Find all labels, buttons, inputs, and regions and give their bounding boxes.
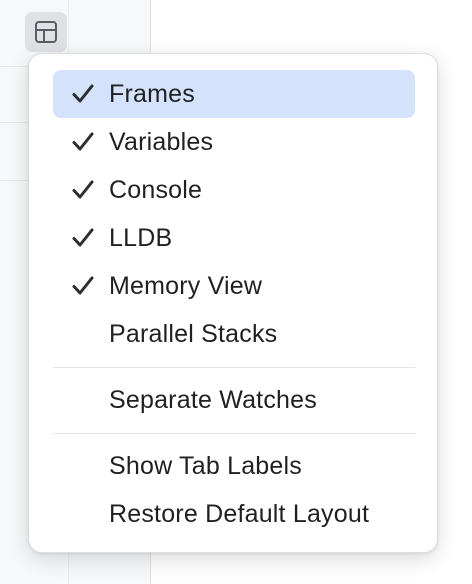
menu-item-label: Frames — [109, 80, 195, 108]
menu-item-label: Separate Watches — [109, 386, 317, 414]
menu-item-label: LLDB — [109, 224, 173, 252]
checkmark-icon — [72, 180, 94, 199]
menu-item-frames[interactable]: Frames — [53, 70, 415, 118]
menu-separator — [53, 433, 415, 434]
checkmark-icon — [72, 84, 94, 103]
menu-item-label: Show Tab Labels — [109, 452, 302, 480]
menu-item-label: Parallel Stacks — [109, 320, 278, 348]
layout-settings-button[interactable] — [25, 12, 67, 52]
menu-item-show-tab-labels[interactable]: Show Tab Labels — [53, 442, 415, 490]
menu-item-parallel-stacks[interactable]: Parallel Stacks — [53, 310, 415, 358]
menu-item-label: Memory View — [109, 272, 263, 300]
menu-item-memory-view[interactable]: Memory View — [53, 262, 415, 310]
menu-item-label: Restore Default Layout — [109, 500, 370, 528]
menu-item-label: Variables — [109, 128, 214, 156]
menu-item-console[interactable]: Console — [53, 166, 415, 214]
menu-item-lldb[interactable]: LLDB — [53, 214, 415, 262]
menu-item-restore-default-layout[interactable]: Restore Default Layout — [53, 490, 415, 538]
checkmark-icon — [72, 276, 94, 295]
checkmark-icon — [72, 132, 94, 151]
layout-popup-menu: Frames Variables Console LLDB Memory Vie… — [28, 53, 438, 553]
checkmark-icon — [72, 228, 94, 247]
menu-separator — [53, 367, 415, 368]
menu-item-label: Console — [109, 176, 203, 204]
layout-panel-icon — [35, 21, 57, 43]
menu-item-separate-watches[interactable]: Separate Watches — [53, 376, 415, 424]
menu-item-variables[interactable]: Variables — [53, 118, 415, 166]
